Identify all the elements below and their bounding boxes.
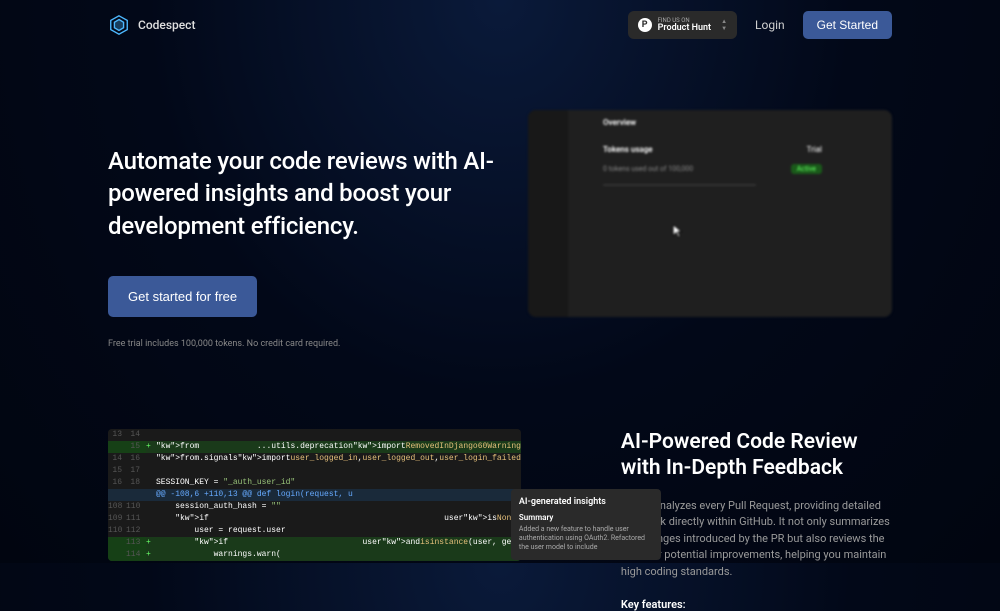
preview-window: Overview Tokens usage Trial 0 tokens use… [528, 110, 892, 317]
code-block: 131415+"kw">from ...utils.deprecation "k… [108, 429, 521, 561]
hero-section: Automate your code reviews with AI-power… [0, 50, 1000, 349]
code-line: 114+ warnings.warn( [108, 549, 521, 561]
code-line: 1416"kw">from .signals "kw">import user_… [108, 453, 521, 465]
preview-tokens-label: Tokens usage [603, 145, 653, 154]
feature-description: Our AI analyzes every Pull Request, prov… [621, 498, 892, 581]
cursor-icon [668, 222, 686, 240]
code-line: 108110 session_auth_hash = "" [108, 501, 521, 513]
preview-progress-bar [603, 184, 756, 186]
code-line: 1517 [108, 465, 521, 477]
code-line: 1618SESSION_KEY = "_auth_user_id" [108, 477, 521, 489]
get-started-button[interactable]: Get Started [803, 11, 892, 39]
code-line: 109111 "kw">if user "kw">is None: [108, 513, 521, 525]
insight-title: AI-generated insights [519, 497, 653, 507]
login-link[interactable]: Login [755, 18, 785, 32]
feature-key-heading: Key features: [621, 598, 892, 611]
preview-trial-label: Trial [807, 145, 822, 154]
logo[interactable]: Codespect [108, 14, 195, 36]
hero-title: Automate your code reviews with AI-power… [108, 145, 498, 242]
preview-usage-text: 0 tokens used out of 100,000 [603, 165, 693, 173]
feature-section: 131415+"kw">from ...utils.deprecation "k… [0, 349, 1000, 611]
hero-cta-button[interactable]: Get started for free [108, 276, 257, 317]
upvote-icon: ▲▼ [721, 18, 727, 32]
header: Codespect P Find us on Product Hunt ▲▼ L… [0, 0, 1000, 50]
code-line: 1314 [108, 429, 521, 441]
hero-right: Overview Tokens usage Trial 0 tokens use… [528, 110, 892, 349]
preview-active-badge: Active [791, 164, 822, 174]
product-hunt-text: Find us on Product Hunt [658, 18, 711, 33]
brand-name: Codespect [138, 18, 195, 32]
preview-sidebar [528, 110, 568, 317]
code-line: 110112 user = request.user [108, 525, 521, 537]
header-right: P Find us on Product Hunt ▲▼ Login Get S… [628, 11, 892, 39]
preview-overview-title: Overview [603, 118, 822, 127]
hero-subtext: Free trial includes 100,000 tokens. No c… [108, 339, 498, 349]
hero-left: Automate your code reviews with AI-power… [108, 110, 498, 349]
code-line: 15+"kw">from ...utils.deprecation "kw">i… [108, 441, 521, 453]
product-hunt-badge[interactable]: P Find us on Product Hunt ▲▼ [628, 11, 737, 39]
insight-body: Added a new feature to handle user authe… [519, 525, 653, 552]
insight-summary-label: Summary [519, 513, 653, 522]
feature-title: AI-Powered Code Review with In-Depth Fee… [621, 429, 892, 482]
product-hunt-icon: P [638, 18, 652, 32]
insight-card: AI-generated insights Summary Added a ne… [511, 489, 661, 560]
logo-icon [108, 14, 130, 36]
code-line: @@ -108,6 +110,13 @@ def login(request, … [108, 489, 521, 501]
code-line: 113+ "kw">if user "kw">and isinstance(us… [108, 537, 521, 549]
code-preview: 131415+"kw">from ...utils.deprecation "k… [108, 429, 521, 611]
